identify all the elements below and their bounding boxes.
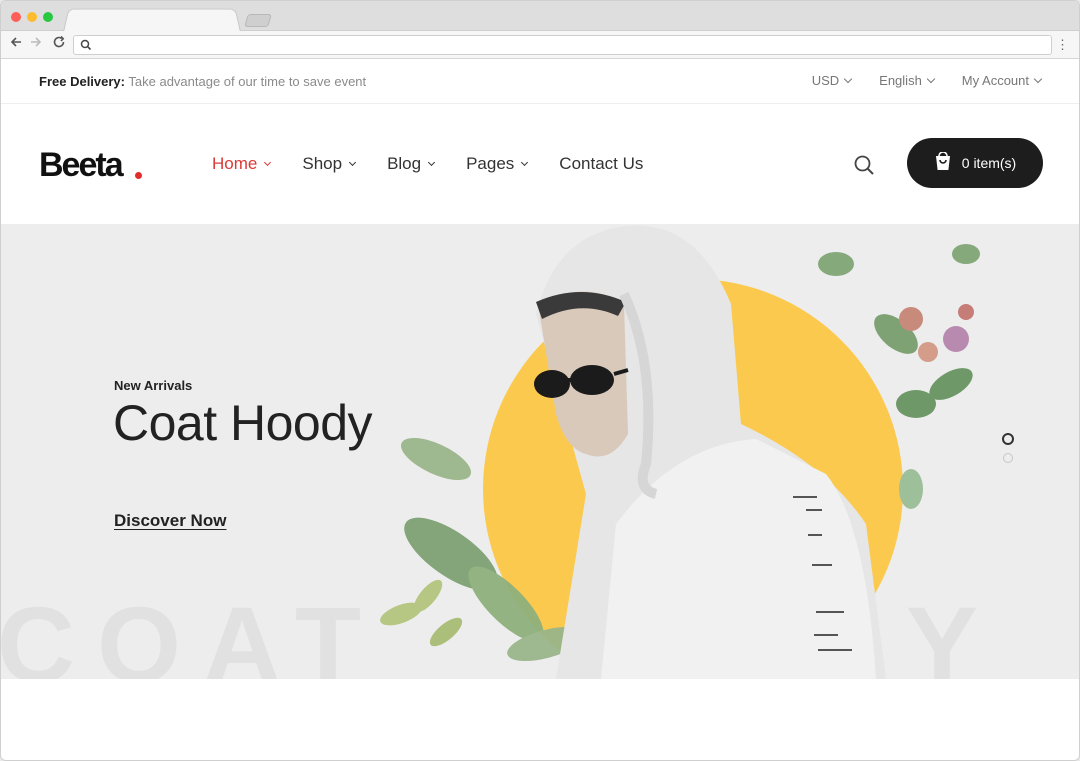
top-links: USD English My Account: [811, 73, 1043, 88]
new-tab-button[interactable]: [244, 14, 272, 27]
nav-item-shop[interactable]: Shop: [302, 154, 357, 174]
chevron-down-icon: [264, 158, 272, 166]
cart-button[interactable]: 0 item(s): [907, 138, 1043, 188]
chevron-down-icon: [521, 158, 529, 166]
shopping-bag-icon: [934, 150, 952, 175]
search-icon: [80, 38, 92, 56]
page-content-below: [1, 679, 1079, 760]
hero-title: Coat Hoody: [113, 395, 373, 451]
hero-background-word: COAT: [1, 584, 383, 679]
nav-label: Shop: [302, 154, 343, 173]
nav-item-blog[interactable]: Blog: [387, 154, 436, 174]
browser-tab-bar: [1, 1, 1079, 32]
currency-label: USD: [811, 73, 840, 88]
close-window-dot[interactable]: [11, 12, 21, 22]
language-selector[interactable]: English: [879, 73, 936, 88]
nav-label: Contact Us: [559, 154, 644, 173]
nav-item-contact-us[interactable]: Contact Us: [559, 154, 643, 174]
browser-toolbar: ⋮: [1, 31, 1079, 59]
chevron-down-icon: [428, 158, 436, 166]
hero-product-image: [380, 225, 980, 679]
free-delivery-notice: Free Delivery: Take advantage of our tim…: [39, 74, 366, 89]
promo-text: Take advantage of our time to save event: [128, 74, 367, 89]
promo-label: Free Delivery:: [39, 74, 125, 89]
browser-tab[interactable]: [63, 8, 241, 32]
hero-eyebrow: New Arrivals: [114, 378, 193, 393]
discover-now-link[interactable]: Discover Now: [114, 511, 226, 531]
account-menu[interactable]: My Account: [961, 73, 1043, 88]
cart-count-label: 0 item(s): [961, 155, 1017, 171]
slide-dot-1[interactable]: [1002, 433, 1014, 445]
forward-arrow-icon[interactable]: [27, 35, 45, 53]
nav-item-home[interactable]: Home: [212, 154, 272, 174]
site-header: Beeta Home Shop Blog Pages Contact Us 0 …: [1, 104, 1079, 224]
site-logo[interactable]: Beeta: [39, 146, 124, 185]
address-bar[interactable]: [73, 35, 1052, 55]
back-arrow-icon[interactable]: [7, 35, 25, 53]
search-icon[interactable]: [852, 153, 876, 177]
top-bar: Free Delivery: Take advantage of our tim…: [1, 59, 1079, 104]
browser-menu-icon[interactable]: ⋮: [1056, 36, 1069, 54]
account-label: My Account: [961, 73, 1029, 88]
main-navigation: Home Shop Blog Pages Contact Us: [212, 154, 643, 174]
chevron-down-icon: [1033, 74, 1043, 83]
nav-label: Home: [212, 154, 258, 173]
nav-label: Blog: [387, 154, 422, 173]
chevron-down-icon: [926, 74, 936, 83]
minimize-window-dot[interactable]: [27, 12, 37, 22]
slider-pagination: [1002, 433, 1014, 471]
language-label: English: [879, 73, 922, 88]
logo-dot: [135, 172, 142, 179]
nav-item-pages[interactable]: Pages: [466, 154, 529, 174]
reload-icon[interactable]: [50, 35, 68, 53]
hero-banner: COAT Y New Arrivals Coat Hoody Discover …: [1, 224, 1079, 679]
currency-selector[interactable]: USD: [811, 73, 853, 88]
nav-label: Pages: [466, 154, 515, 173]
chevron-down-icon: [843, 74, 853, 83]
browser-window: ⋮ Free Delivery: Take advantage of our t…: [0, 0, 1080, 761]
maximize-window-dot[interactable]: [43, 12, 53, 22]
slide-dot-2[interactable]: [1003, 453, 1013, 463]
chevron-down-icon: [349, 158, 357, 166]
